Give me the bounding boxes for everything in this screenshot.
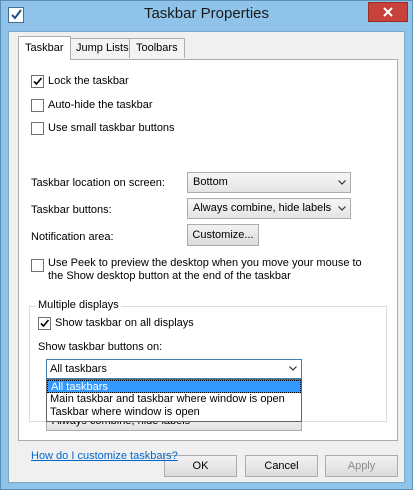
location-select[interactable]: Bottom <box>187 172 351 193</box>
show-buttons-on-label: Show taskbar buttons on: <box>38 341 163 353</box>
peek-label: Use Peek to preview the desktop when you… <box>48 257 362 282</box>
tab-taskbar[interactable]: Taskbar <box>18 36 71 60</box>
taskbar-buttons-label: Taskbar buttons: <box>31 204 112 216</box>
taskbar-properties-window: Taskbar Properties Taskbar Jump Lists To… <box>0 0 413 490</box>
autohide-label: Auto-hide the taskbar <box>48 99 153 111</box>
tab-toolbars[interactable]: Toolbars <box>129 38 185 58</box>
peek-checkbox[interactable] <box>31 259 44 272</box>
customize-button[interactable]: Customize... <box>187 224 259 246</box>
dialog-body: Taskbar Jump Lists Toolbars Lock the tas… <box>8 31 405 483</box>
small-buttons-label: Use small taskbar buttons <box>48 122 175 134</box>
show-buttons-on-dropdown: All taskbars Main taskbar and taskbar wh… <box>46 379 302 422</box>
show-buttons-on-select[interactable]: All taskbars <box>46 359 302 379</box>
show-buttons-on-value: All taskbars <box>50 363 107 375</box>
taskbar-buttons-select[interactable]: Always combine, hide labels <box>187 198 351 219</box>
location-label: Taskbar location on screen: <box>31 177 165 189</box>
apply-button[interactable]: Apply <box>325 455 398 477</box>
help-link[interactable]: How do I customize taskbars? <box>31 450 178 462</box>
lock-taskbar-label: Lock the taskbar <box>48 75 129 87</box>
lock-taskbar-checkbox[interactable] <box>31 75 44 88</box>
dropdown-option-main-and-window[interactable]: Main taskbar and taskbar where window is… <box>47 393 301 406</box>
small-buttons-checkbox[interactable] <box>31 122 44 135</box>
show-all-displays-checkbox[interactable] <box>38 317 51 330</box>
small-buttons-option[interactable]: Use small taskbar buttons <box>31 122 175 135</box>
lock-taskbar-option[interactable]: Lock the taskbar <box>31 75 129 88</box>
show-all-displays-option[interactable]: Show taskbar on all displays <box>38 317 194 330</box>
autohide-option[interactable]: Auto-hide the taskbar <box>31 99 153 112</box>
window-title: Taskbar Properties <box>143 5 270 22</box>
tab-jump-lists[interactable]: Jump Lists <box>69 38 136 58</box>
chevron-down-icon <box>289 366 297 371</box>
taskbar-tab-panel: Lock the taskbar Auto-hide the taskbar U… <box>18 59 398 462</box>
checkmark-icon <box>33 77 43 86</box>
location-value: Bottom <box>193 176 228 188</box>
notification-area-label: Notification area: <box>31 231 114 243</box>
cancel-button[interactable]: Cancel <box>245 455 318 477</box>
title-bar[interactable]: Taskbar Properties <box>1 1 412 31</box>
dropdown-option-window-open[interactable]: Taskbar where window is open <box>47 406 301 419</box>
chevron-down-icon <box>338 206 346 211</box>
close-icon <box>383 7 393 17</box>
peek-option[interactable]: Use Peek to preview the desktop when you… <box>31 257 371 283</box>
close-button[interactable] <box>368 2 408 22</box>
show-all-displays-label: Show taskbar on all displays <box>55 317 194 329</box>
checkmark-icon <box>40 319 50 328</box>
multiple-displays-title: Multiple displays <box>36 299 121 311</box>
taskbar-buttons-value: Always combine, hide labels <box>193 202 332 214</box>
autohide-checkbox[interactable] <box>31 99 44 112</box>
dropdown-option-all-taskbars[interactable]: All taskbars <box>47 380 301 393</box>
chevron-down-icon <box>338 180 346 185</box>
